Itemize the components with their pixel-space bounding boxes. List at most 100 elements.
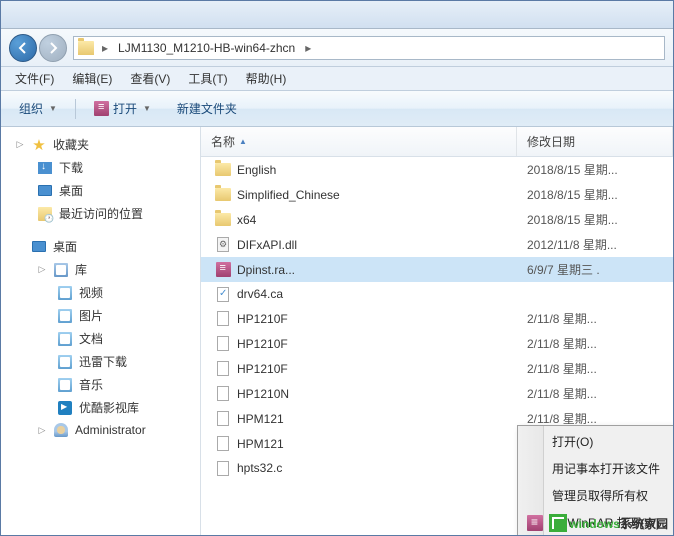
explorer-window: ▸ LJM1130_M1210-HB-win64-zhcn ▸ 文件(F) 编辑… <box>0 0 674 536</box>
organize-button[interactable]: 组织 ▼ <box>11 96 65 121</box>
doc-icon <box>217 411 229 426</box>
sidebar-pictures[interactable]: 图片 <box>1 304 200 327</box>
breadcrumb-folder[interactable]: LJM1130_M1210-HB-win64-zhcn <box>116 41 297 55</box>
sidebar-libraries[interactable]: ▷ 库 <box>1 258 200 281</box>
file-name-cell: Dpinst.ra... <box>201 262 517 278</box>
chevron-down-icon: ▼ <box>49 104 57 113</box>
ctx-takeown[interactable]: 管理员取得所有权 <box>520 482 673 509</box>
sidebar-label: 桌面 <box>59 182 83 199</box>
file-date: 2018/8/15 星期... <box>517 186 673 203</box>
file-name-cell: HPM121 <box>201 436 517 452</box>
sidebar-downloads[interactable]: 下载 <box>1 156 200 179</box>
forward-button[interactable] <box>39 34 67 62</box>
sidebar-label: 收藏夹 <box>53 136 89 153</box>
file-name-cell: Simplified_Chinese <box>201 187 517 203</box>
folder-icon <box>215 188 231 201</box>
new-folder-button[interactable]: 新建文件夹 <box>169 96 245 121</box>
sidebar-xunlei[interactable]: 迅雷下载 <box>1 350 200 373</box>
file-name: HPM121 <box>237 412 284 426</box>
rar-icon <box>216 262 231 277</box>
file-name-cell: HP1210F <box>201 336 517 352</box>
file-date: 2/11/8 星期... <box>517 310 673 327</box>
file-row[interactable]: HP1210N2/11/8 星期... <box>201 381 673 406</box>
expander-icon[interactable] <box>15 242 25 252</box>
file-row[interactable]: HP1210F 2/11/8 星期... <box>201 356 673 381</box>
sort-asc-icon: ▲ <box>239 137 247 146</box>
file-row[interactable]: drv64.ca <box>201 282 673 306</box>
back-button[interactable] <box>9 34 37 62</box>
file-name: hpts32.c <box>237 461 282 475</box>
download-icon <box>38 162 52 174</box>
file-row[interactable]: HP1210F2/11/8 星期... <box>201 331 673 356</box>
menu-file[interactable]: 文件(F) <box>7 67 62 90</box>
file-row[interactable]: English2018/8/15 星期... <box>201 157 673 182</box>
titlebar[interactable] <box>1 1 673 29</box>
ctx-notepad[interactable]: 用记事本打开该文件 <box>520 455 673 482</box>
file-name: HP1210F <box>237 337 288 351</box>
sidebar-documents[interactable]: 文档 <box>1 327 200 350</box>
file-date: 2012/11/8 星期... <box>517 236 673 253</box>
rar-icon <box>527 515 543 531</box>
file-row[interactable]: Dpinst.ra...6/9/7 星期三 . <box>201 257 673 282</box>
file-name: HP1210F <box>237 362 288 376</box>
ctx-open[interactable]: 打开(O) <box>520 428 673 455</box>
column-date[interactable]: 修改日期 <box>517 127 673 156</box>
column-name[interactable]: 名称 ▲ <box>201 127 517 156</box>
sidebar-label: 视频 <box>79 284 103 301</box>
doc-icon <box>217 386 229 401</box>
folder-icon <box>215 213 231 226</box>
open-button[interactable]: 打开 ▼ <box>86 96 159 121</box>
doc-icon <box>217 336 229 351</box>
file-row[interactable]: DIFxAPI.dll2012/11/8 星期... <box>201 232 673 257</box>
column-label: 修改日期 <box>527 135 575 149</box>
file-date: 2018/8/15 星期... <box>517 161 673 178</box>
folder-icon <box>215 163 231 176</box>
sidebar-recent[interactable]: 最近访问的位置 <box>1 202 200 225</box>
xunlei-icon <box>58 355 72 369</box>
sidebar-videos[interactable]: 视频 <box>1 281 200 304</box>
expander-icon[interactable]: ▷ <box>37 425 47 435</box>
nav-buttons <box>9 34 67 62</box>
file-name-cell: DIFxAPI.dll <box>201 237 517 253</box>
doc-icon <box>217 361 229 376</box>
document-icon <box>58 332 72 346</box>
breadcrumb[interactable]: ▸ LJM1130_M1210-HB-win64-zhcn ▸ <box>73 36 665 60</box>
separator <box>75 99 76 119</box>
file-name: x64 <box>237 213 256 227</box>
file-row[interactable]: Simplified_Chinese 2018/8/15 星期... <box>201 182 673 207</box>
navigation-pane[interactable]: ▷ ★ 收藏夹 下载 桌面 最近访问的位置 <box>1 127 201 535</box>
file-list[interactable]: 名称 ▲ 修改日期 English2018/8/15 星期...Simplifi… <box>201 127 673 535</box>
file-row[interactable]: HP1210F2/11/8 星期... <box>201 306 673 331</box>
file-row[interactable]: x642018/8/15 星期... <box>201 207 673 232</box>
expander-icon[interactable]: ▷ <box>15 140 25 150</box>
file-name: Simplified_Chinese <box>237 188 340 202</box>
menu-tools[interactable]: 工具(T) <box>180 67 235 90</box>
menu-view[interactable]: 查看(V) <box>122 67 178 90</box>
expander-icon[interactable]: ▷ <box>37 265 47 275</box>
file-name-cell: HP1210N <box>201 386 517 402</box>
sidebar-music[interactable]: 音乐 <box>1 373 200 396</box>
file-name: HPM121 <box>237 437 284 451</box>
file-date: 2/11/8 星期... <box>517 360 673 377</box>
column-label: 名称 <box>211 133 235 150</box>
sidebar-favorites[interactable]: ▷ ★ 收藏夹 <box>1 133 200 156</box>
desktop-icon <box>38 185 52 196</box>
doc-icon <box>217 311 229 326</box>
file-name-cell: HP1210F <box>201 311 517 327</box>
folder-icon <box>78 41 94 55</box>
file-name-cell: HP1210F <box>201 361 517 377</box>
sidebar-label: 音乐 <box>79 376 103 393</box>
sidebar-desktop-group[interactable]: 桌面 <box>1 235 200 258</box>
sidebar-desktop[interactable]: 桌面 <box>1 179 200 202</box>
menu-edit[interactable]: 编辑(E) <box>64 67 120 90</box>
sidebar-youku[interactable]: 优酷影视库 <box>1 396 200 419</box>
sidebar-label: 优酷影视库 <box>79 399 139 416</box>
sidebar-label: 图片 <box>79 307 103 324</box>
chevron-right-icon: ▸ <box>301 41 315 55</box>
rar-icon <box>94 101 109 116</box>
sidebar-label: 桌面 <box>53 238 77 255</box>
dll-icon <box>217 237 229 252</box>
menu-help[interactable]: 帮助(H) <box>238 67 295 90</box>
library-icon <box>54 263 68 277</box>
sidebar-administrator[interactable]: ▷ Administrator <box>1 419 200 441</box>
